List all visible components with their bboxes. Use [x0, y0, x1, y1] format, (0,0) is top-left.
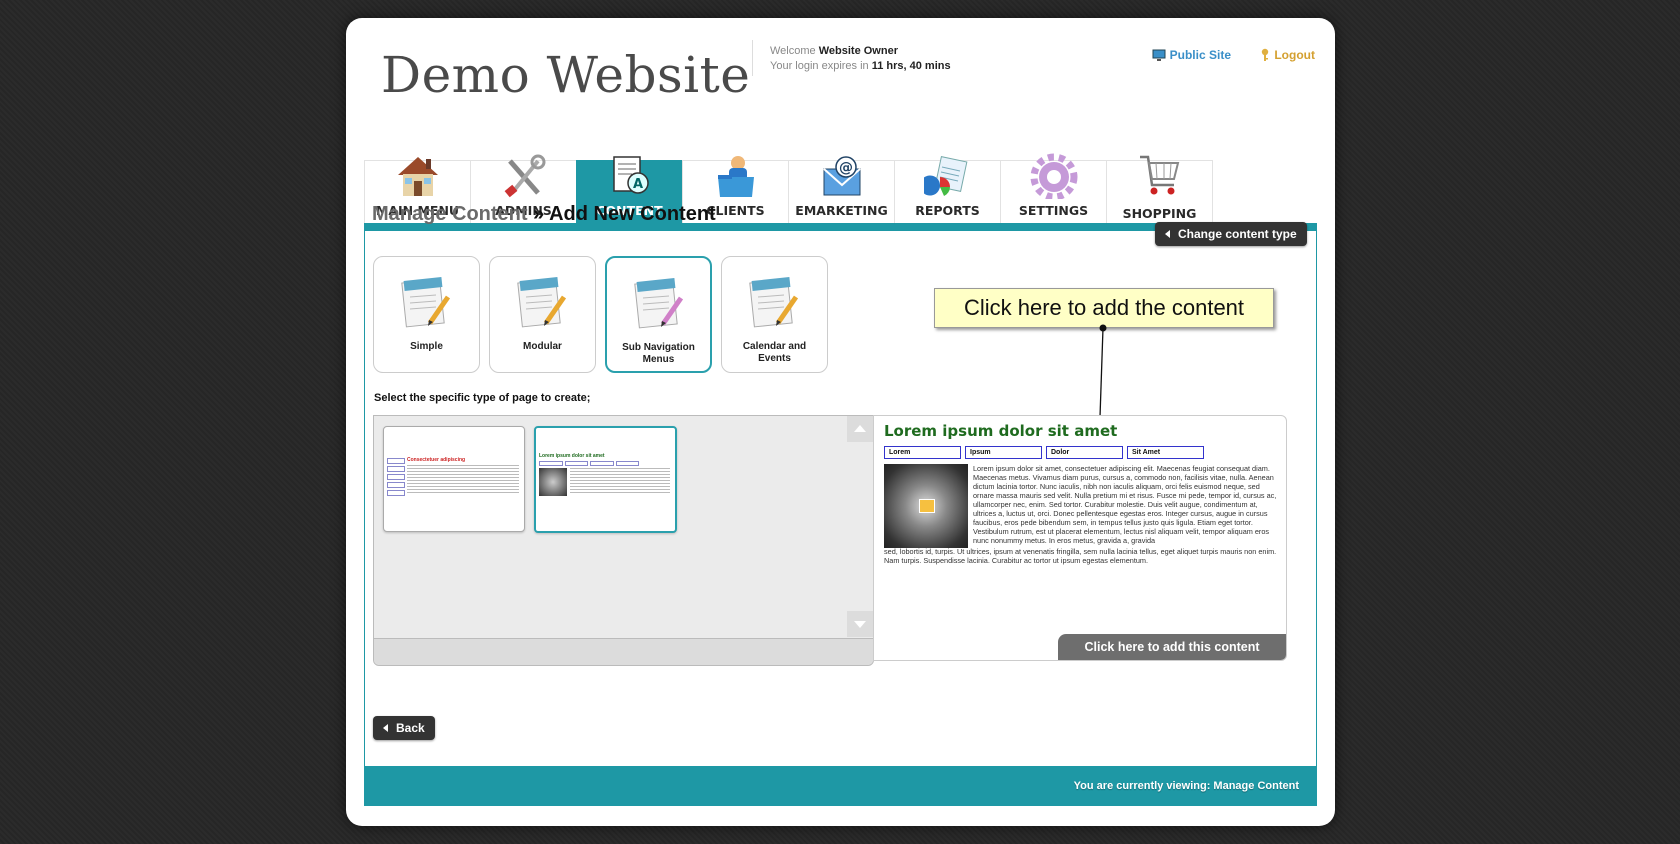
back-button[interactable]: Back — [373, 716, 435, 740]
logout-label: Logout — [1274, 48, 1315, 62]
template-thumbnail[interactable]: Consectetuer adipiscing — [383, 426, 525, 532]
breadcrumb-separator: » — [527, 203, 550, 225]
thumbnail-title: Consectetuer adipiscing — [407, 457, 466, 463]
tab-label: EMARKETING — [795, 203, 888, 218]
top-links: Public Site Logout — [1126, 48, 1315, 62]
arrow-up-icon — [854, 425, 866, 432]
preview-tab: Lorem — [884, 446, 961, 459]
preview-tabs: Lorem Ipsum Dolor Sit Amet — [884, 446, 1204, 459]
tab-label: SETTINGS — [1018, 203, 1089, 218]
arrow-down-icon — [854, 621, 866, 628]
cart-icon — [1139, 155, 1179, 195]
user-name: Website Owner — [818, 45, 898, 57]
page-title: Manage Content » Add New Content — [372, 203, 716, 226]
tab-shopping[interactable]: SHOPPING — [1106, 155, 1213, 224]
document-pencil-icon — [749, 277, 799, 328]
preview-tab: Ipsum — [965, 446, 1042, 459]
logout-link[interactable]: Logout — [1260, 48, 1315, 62]
preview-tab: Dolor — [1046, 446, 1123, 459]
breadcrumb-current: Add New Content — [549, 203, 716, 225]
public-site-label: Public Site — [1169, 48, 1231, 62]
tab-settings[interactable]: SETTINGS — [1000, 153, 1107, 224]
public-site-link[interactable]: Public Site — [1152, 48, 1235, 62]
document-pencil-icon — [517, 277, 567, 328]
template-preview: Lorem ipsum dolor sit amet Lorem Ipsum D… — [873, 415, 1287, 661]
login-expiry-time: 11 hrs, 40 mins — [871, 60, 951, 72]
gallery-footer — [374, 638, 873, 665]
document-pencil-icon — [401, 277, 451, 328]
tab-emarketing[interactable]: @ EMARKETING — [788, 156, 895, 224]
email-icon: @ — [822, 156, 861, 196]
preview-title: Lorem ipsum dolor sit amet — [884, 422, 1118, 440]
status-footer: You are currently viewing: Manage Conten… — [364, 766, 1317, 806]
content-type-label: Sub Navigation Menus — [622, 342, 695, 365]
thumbnail-tabs — [539, 461, 639, 468]
template-thumbnail[interactable]: Lorem ipsum dolor sit amet — [534, 426, 677, 533]
callout-arrow — [1093, 324, 1107, 510]
document-pencil-icon — [634, 278, 684, 329]
tab-label: REPORTS — [915, 203, 980, 218]
current-view-status: You are currently viewing: Manage Conten… — [1073, 780, 1299, 792]
scroll-down-button[interactable] — [847, 611, 873, 637]
scroll-up-button[interactable] — [847, 416, 873, 442]
content-type-calendar-events[interactable]: Calendar and Events — [721, 256, 828, 373]
select-page-type-label: Select the specific type of page to crea… — [374, 392, 591, 404]
content-type-simple[interactable]: Simple — [373, 256, 480, 373]
back-label: Back — [396, 721, 425, 735]
welcome-block: Welcome Website Owner Your login expires… — [770, 44, 951, 74]
arrow-left-icon — [383, 724, 388, 732]
add-this-content-button[interactable]: Click here to add this content — [1058, 634, 1286, 660]
client-folder-icon — [717, 156, 754, 197]
thumbnail-text-lines — [407, 465, 519, 495]
preview-body-text-continued: sed, lobortis id, turpis. Ut ultrices, i… — [884, 547, 1277, 565]
preview-tab: Sit Amet — [1127, 446, 1204, 459]
key-icon — [1262, 48, 1269, 61]
welcome-prefix: Welcome — [770, 45, 816, 57]
tools-icon — [504, 154, 545, 198]
tooltip-callout: Click here to add the content — [934, 288, 1274, 328]
house-icon — [397, 157, 438, 196]
arrow-left-icon — [1165, 230, 1170, 238]
thumbnail-image — [539, 468, 567, 496]
tab-reports[interactable]: REPORTS — [894, 156, 1001, 224]
svg-text:@: @ — [839, 160, 853, 176]
site-title[interactable]: Demo Website — [381, 46, 750, 104]
document-icon: A — [612, 156, 649, 194]
content-type-label: Calendar and Events — [742, 341, 807, 364]
image-placeholder-icon — [919, 499, 935, 513]
svg-text:A: A — [633, 177, 643, 192]
monitor-icon — [1152, 49, 1166, 61]
change-content-type-label: Change content type — [1178, 227, 1297, 241]
template-gallery[interactable]: Consectetuer adipiscing Lorem ipsum dolo… — [373, 415, 874, 666]
change-content-type-button[interactable]: Change content type — [1155, 222, 1307, 246]
content-type-list: Simple Modular Sub Navigation Menus Cale… — [373, 256, 828, 373]
content-type-label: Simple — [410, 341, 443, 352]
tab-label: SHOPPING — [1122, 206, 1197, 221]
thumbnail-text-lines — [570, 468, 670, 495]
main-panel: Demo Website Welcome Website Owner Your … — [346, 18, 1335, 826]
content-type-label: Modular — [523, 341, 562, 352]
thumbnail-sidebar — [387, 458, 405, 498]
header-divider — [752, 40, 753, 76]
content-type-sub-navigation-menus[interactable]: Sub Navigation Menus — [605, 256, 712, 373]
thumbnail-title: Lorem ipsum dolor sit amet — [539, 453, 605, 459]
content-type-modular[interactable]: Modular — [489, 256, 596, 373]
reports-icon — [923, 156, 967, 196]
preview-image — [884, 464, 968, 548]
gear-icon — [1030, 153, 1077, 199]
breadcrumb-parent[interactable]: Manage Content — [372, 203, 528, 225]
preview-body-text: Lorem ipsum dolor sit amet, consectetuer… — [973, 464, 1277, 545]
login-expiry-prefix: Your login expires in — [770, 60, 869, 72]
